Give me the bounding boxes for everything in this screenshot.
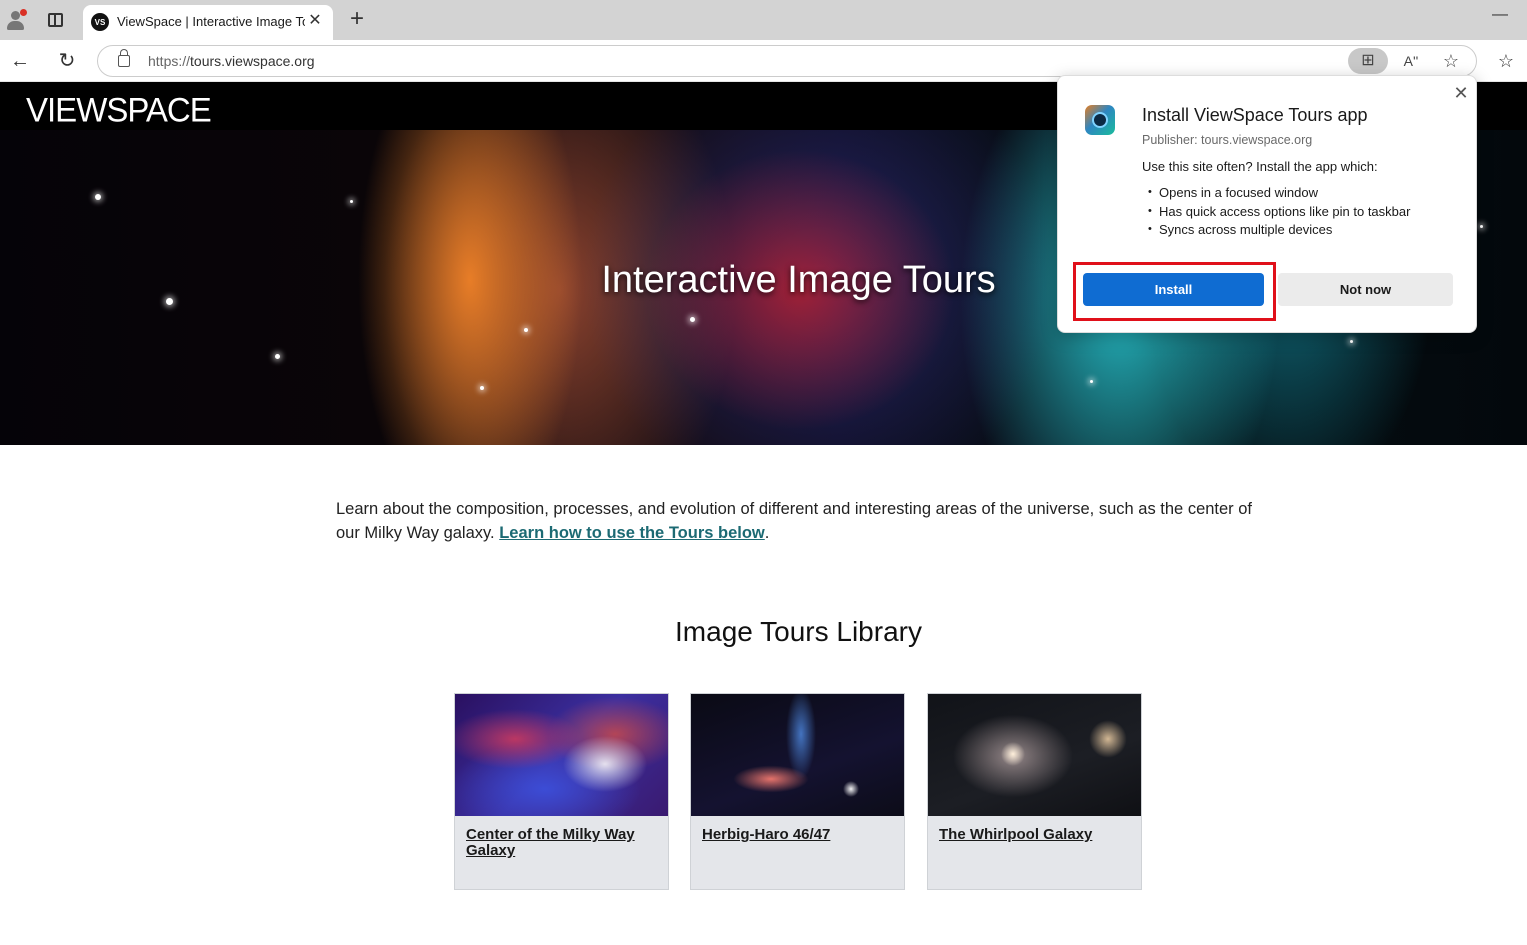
install-app-popup: ✕ Install ViewSpace Tours app Publisher:… [1057,75,1477,333]
star [524,328,528,332]
new-tab-button[interactable]: + [345,7,369,32]
star [275,354,280,359]
tab-actions-icon[interactable] [43,8,67,32]
learn-how-link[interactable]: Learn how to use the Tours below [499,524,765,542]
tour-card-title[interactable]: The Whirlpool Galaxy [939,827,1129,843]
feature-item: Has quick access options like pin to tas… [1148,202,1410,222]
star [350,200,353,203]
favorites-icon[interactable]: ☆ [1493,48,1519,74]
milky-way-thumbnail[interactable] [455,694,668,816]
whirlpool-thumbnail[interactable] [928,694,1141,816]
feature-item: Syncs across multiple devices [1148,220,1410,240]
close-tab-icon[interactable]: ✕ [305,11,325,31]
tour-card-title[interactable]: Center of the Milky Way Galaxy [466,827,656,859]
tour-card-title[interactable]: Herbig-Haro 46/47 [702,827,892,843]
popup-prompt: Use this site often? Install the app whi… [1142,159,1378,174]
tab-title: ViewSpace | Interactive Image Tours [117,14,305,29]
not-now-button[interactable]: Not now [1278,273,1453,306]
star [1090,380,1093,383]
viewspace-app-icon [1085,105,1115,135]
star [1350,340,1353,343]
tour-card[interactable]: Center of the Milky Way Galaxy [454,693,669,890]
library-title: Image Tours Library [675,616,922,647]
feature-item: Opens in a focused window [1148,183,1410,203]
feature-list: Opens in a focused window Has quick acce… [1148,183,1410,240]
intro-paragraph: Learn about the composition, processes, … [336,500,1253,542]
favorite-star-icon[interactable]: ☆ [1431,48,1471,74]
read-aloud-icon[interactable]: Aʹʹ [1391,48,1431,74]
popup-title: Install ViewSpace Tours app [1142,105,1368,125]
back-button[interactable]: ← [7,48,33,74]
reload-button[interactable]: ↻ [54,48,80,74]
star [690,317,695,322]
herbig-haro-thumbnail[interactable] [691,694,904,816]
tab-strip: VS ViewSpace | Interactive Image Tours ✕… [0,0,1527,40]
tour-card[interactable]: Herbig-Haro 46/47 [690,693,905,890]
url-text[interactable]: https://tours.viewspace.org [148,53,315,69]
install-button[interactable]: Install [1083,273,1264,306]
viewspace-logo[interactable]: VIEWSPACE [26,90,212,130]
browser-tab-viewspace[interactable]: VS ViewSpace | Interactive Image Tours ✕ [83,5,333,40]
lock-icon[interactable] [118,49,130,67]
app-available-icon[interactable]: ⊞ [1348,48,1388,74]
address-bar[interactable]: https://tours.viewspace.org ⊞ Aʹʹ ☆ [97,45,1477,77]
profile-icon[interactable] [4,8,28,32]
minimize-window-button[interactable]: — [1490,6,1510,26]
viewspace-favicon-icon: VS [91,13,109,31]
tour-card[interactable]: The Whirlpool Galaxy [927,693,1142,890]
close-icon[interactable]: ✕ [1451,83,1471,103]
star [480,386,484,390]
star [1480,225,1483,228]
star [95,194,101,200]
popup-publisher: Publisher: tours.viewspace.org [1142,133,1313,147]
